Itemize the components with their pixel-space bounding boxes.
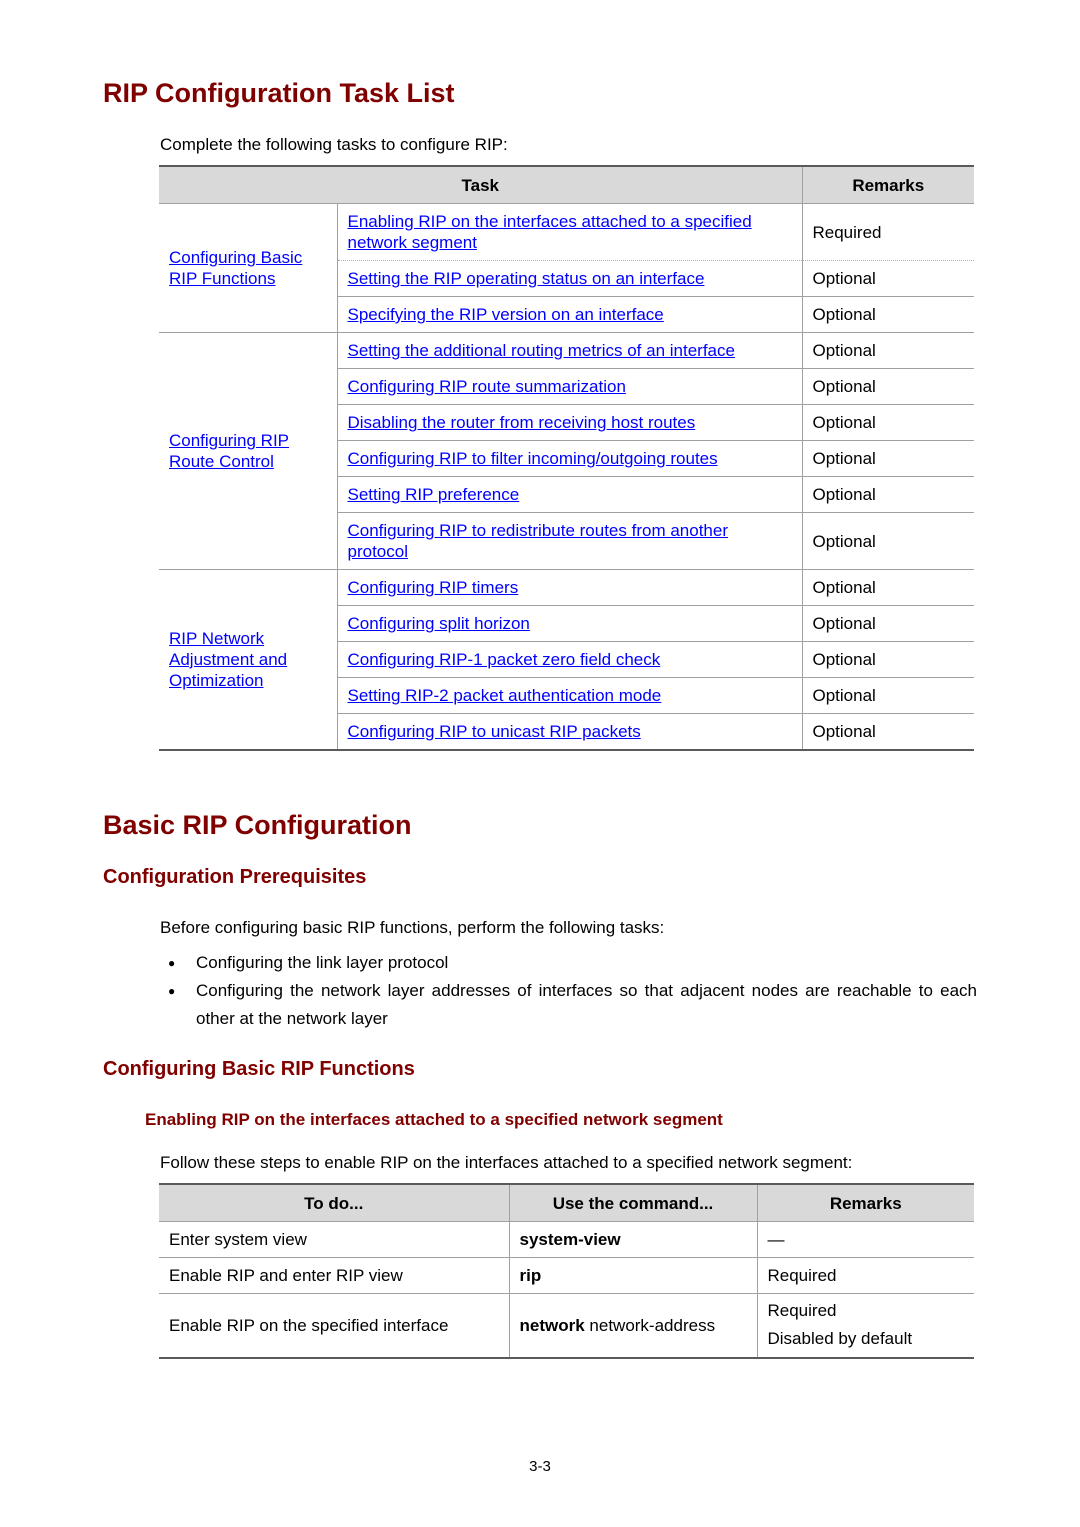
header-remarks: Remarks — [801, 166, 974, 204]
task-link[interactable]: Configuring RIP to unicast RIP packets — [348, 722, 641, 741]
table-row: Enable RIP and enter RIP view rip Requir… — [159, 1257, 974, 1294]
remark-cell: Optional — [801, 476, 974, 513]
remark-cell: Optional — [801, 440, 974, 477]
bullet-icon: ● — [168, 956, 176, 970]
command-cell: rip — [508, 1257, 757, 1294]
task-cell: Enabling RIP on the interfaces attached … — [336, 203, 802, 261]
task-cell: Setting RIP-2 packet authentication mode — [336, 677, 802, 714]
task-link[interactable]: Configuring RIP timers — [348, 578, 519, 597]
remark-cell: Optional — [801, 260, 974, 297]
subsection-title-basic-functions: Configuring Basic RIP Functions — [103, 1058, 415, 1080]
subsubsection-title-enabling-rip: Enabling RIP on the interfaces attached … — [145, 1110, 723, 1129]
task-cell: Disabling the router from receiving host… — [336, 404, 802, 441]
group-cell: RIP Network Adjustment and Optimization — [159, 570, 337, 750]
table-row: RIP Network Adjustment and Optimization … — [159, 569, 974, 690]
steps-intro: Follow these steps to enable RIP on the … — [160, 1153, 853, 1172]
task-cell: Configuring RIP-1 packet zero field chec… — [336, 641, 802, 678]
remark-cell: Optional — [801, 713, 974, 750]
todo-cell: Enable RIP on the specified interface — [159, 1293, 509, 1358]
table-row: Configuring RIP Route Control Setting th… — [159, 332, 974, 471]
task-cell: Setting the RIP operating status on an i… — [336, 260, 802, 297]
header-remarks: Remarks — [756, 1184, 974, 1222]
todo-cell: Enter system view — [169, 1230, 307, 1249]
section-title-task-list: RIP Configuration Task List — [103, 78, 455, 108]
task-link[interactable]: Setting RIP preference — [348, 485, 520, 504]
section-title-basic-config: Basic RIP Configuration — [103, 810, 412, 840]
command-keyword: network — [519, 1315, 585, 1335]
remark-cell: Required Disabled by default — [756, 1293, 974, 1358]
command-argument: network-address — [584, 1315, 716, 1335]
task-list-intro: Complete the following tasks to configur… — [160, 135, 508, 154]
table-row: Configuring Basic RIP Functions Enabling… — [159, 203, 974, 288]
task-link[interactable]: Setting the additional routing metrics o… — [348, 341, 735, 360]
task-link[interactable]: Configuring RIP to redistribute routes f… — [348, 521, 729, 561]
task-link[interactable]: Enabling RIP on the interfaces attached … — [348, 212, 752, 252]
task-link[interactable]: Setting the RIP operating status on an i… — [348, 269, 705, 288]
remark-cell: Optional — [801, 641, 974, 678]
task-link[interactable]: Setting RIP-2 packet authentication mode — [348, 686, 662, 705]
group-link-network-adjustment[interactable]: RIP Network Adjustment and Optimization — [169, 629, 287, 690]
command-table: To do... Use the command... Remarks Ente… — [159, 1183, 974, 1359]
task-cell: Setting RIP preference — [336, 476, 802, 513]
table-row: Enter system view system-view — — [159, 1221, 974, 1258]
task-link[interactable]: Configuring RIP route summarization — [348, 377, 626, 396]
task-cell: Configuring RIP to unicast RIP packets — [336, 713, 802, 750]
group-cell: Configuring RIP Route Control — [159, 333, 337, 570]
remark-cell: Optional — [801, 368, 974, 405]
header-todo: To do... — [159, 1184, 509, 1222]
task-link[interactable]: Configuring split horizon — [348, 614, 530, 633]
task-link[interactable]: Specifying the RIP version on an interfa… — [348, 305, 664, 324]
todo-cell: Enable RIP and enter RIP view — [159, 1257, 509, 1294]
list-item: ● Configuring the network layer addresses… — [160, 977, 977, 1033]
remark-cell: Optional — [801, 404, 974, 441]
header-task: Task — [159, 166, 802, 204]
remark-cell: Optional — [801, 512, 974, 570]
task-cell: Specifying the RIP version on an interfa… — [336, 296, 802, 333]
prereq-list: ● Configuring the link layer protocol ● Co… — [160, 949, 977, 1033]
task-table: Task Remarks Configuring Basic RIP Funct… — [159, 165, 974, 751]
remark-cell: Optional — [801, 296, 974, 333]
page-number: 3-3 — [529, 1458, 551, 1475]
task-link[interactable]: Configuring RIP to filter incoming/outgo… — [348, 449, 718, 468]
task-link[interactable]: Disabling the router from receiving host… — [348, 413, 696, 432]
header-command: Use the command... — [508, 1184, 757, 1222]
group-link-basic-functions[interactable]: Configuring Basic RIP Functions — [169, 248, 302, 288]
task-cell: Setting the additional routing metrics o… — [336, 332, 802, 369]
task-cell: Configuring RIP timers — [336, 569, 802, 606]
task-cell: Configuring split horizon — [336, 605, 802, 642]
remark-line: Required — [767, 1301, 837, 1321]
subsection-title-prerequisites: Configuration Prerequisites — [103, 866, 367, 888]
command-cell: system-view — [508, 1221, 757, 1258]
remark-cell: Required — [756, 1257, 974, 1294]
task-cell: Configuring RIP to filter incoming/outgo… — [336, 440, 802, 477]
group-link-route-control[interactable]: Configuring RIP Route Control — [169, 431, 289, 471]
task-cell: Configuring RIP to redistribute routes f… — [336, 512, 802, 570]
remark-cell: Optional — [801, 569, 974, 606]
command-cell: network network-address — [508, 1293, 757, 1358]
command-keyword: rip — [519, 1266, 542, 1285]
remark-cell: — — [756, 1221, 974, 1258]
remark-cell: Optional — [801, 605, 974, 642]
remark-cell: Optional — [801, 332, 974, 369]
bullet-icon: ● — [168, 984, 176, 998]
prereq-intro: Before configuring basic RIP functions, … — [160, 918, 665, 937]
task-link[interactable]: Configuring RIP-1 packet zero field chec… — [348, 650, 661, 669]
remark-cell: Required — [801, 203, 974, 261]
task-cell: Configuring RIP route summarization — [336, 368, 802, 405]
table-row: Enable RIP on the specified interface ne… — [159, 1293, 974, 1358]
remark-cell: Optional — [801, 677, 974, 714]
group-cell: Configuring Basic RIP Functions — [159, 204, 337, 333]
list-item: ● Configuring the link layer protocol — [160, 949, 977, 977]
remark-line: Disabled by default — [767, 1329, 913, 1349]
command-keyword: system-view — [519, 1230, 621, 1249]
